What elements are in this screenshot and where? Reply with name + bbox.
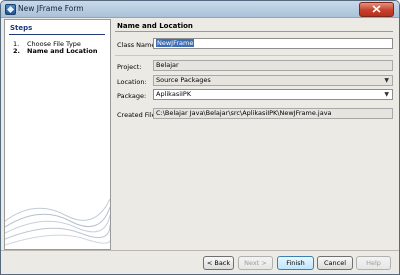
chevron-down-icon[interactable]: ▼ [384, 76, 389, 85]
close-button[interactable] [359, 2, 394, 17]
title-bar[interactable]: New JFrame Form [1, 1, 399, 18]
steps-panel: Steps 1. Choose File Type 2. Name and Loca… [4, 19, 111, 250]
location-label: Location: [117, 78, 147, 86]
chevron-down-icon[interactable]: ▼ [384, 90, 389, 99]
dialog-window: New JFrame Form Steps 1. Choose File Type… [0, 0, 400, 275]
next-button[interactable]: Next > [238, 256, 273, 270]
finish-button[interactable]: Finish [277, 256, 314, 270]
location-select[interactable]: Source Packages ▼ [153, 75, 393, 86]
class-name-label: Class Name: [117, 41, 158, 49]
created-file-value: C:\Belajar Java\Belajar\src\AplikasiIPK\… [156, 109, 332, 117]
section-title: Name and Location [117, 22, 193, 30]
location-value: Source Packages [156, 76, 211, 84]
field-divider [115, 55, 393, 56]
package-combobox[interactable]: AplikasiIPK ▼ [153, 89, 393, 100]
step-number: 2. [13, 47, 20, 55]
project-value: Belajar [156, 61, 179, 69]
class-name-input[interactable]: NewJFrame [153, 38, 393, 49]
package-value: AplikasiIPK [156, 90, 192, 98]
project-field: Belajar [153, 60, 393, 71]
step-label: Name and Location [27, 47, 98, 55]
main-content: Name and Location Class Name: NewJFrame … [115, 19, 397, 248]
created-file-field: C:\Belajar Java\Belajar\src\AplikasiIPK\… [153, 108, 393, 119]
help-button[interactable]: Help [356, 256, 391, 270]
back-button[interactable]: < Back [203, 256, 234, 270]
created-file-label: Created File: [117, 111, 158, 119]
button-bar: < Back Next > Finish Cancel Help [1, 250, 399, 274]
steps-divider [9, 34, 105, 35]
close-icon [372, 5, 381, 13]
class-name-value: NewJFrame [156, 39, 195, 47]
step-name-and-location: 2. Name and Location [13, 47, 97, 55]
window-title: New JFrame Form [18, 4, 84, 13]
decorative-waves [5, 198, 110, 246]
section-divider [115, 31, 393, 32]
package-label: Package: [117, 92, 147, 100]
cancel-button[interactable]: Cancel [317, 256, 353, 270]
steps-heading: Steps [10, 24, 33, 32]
app-icon [5, 4, 16, 15]
project-label: Project: [117, 63, 142, 71]
